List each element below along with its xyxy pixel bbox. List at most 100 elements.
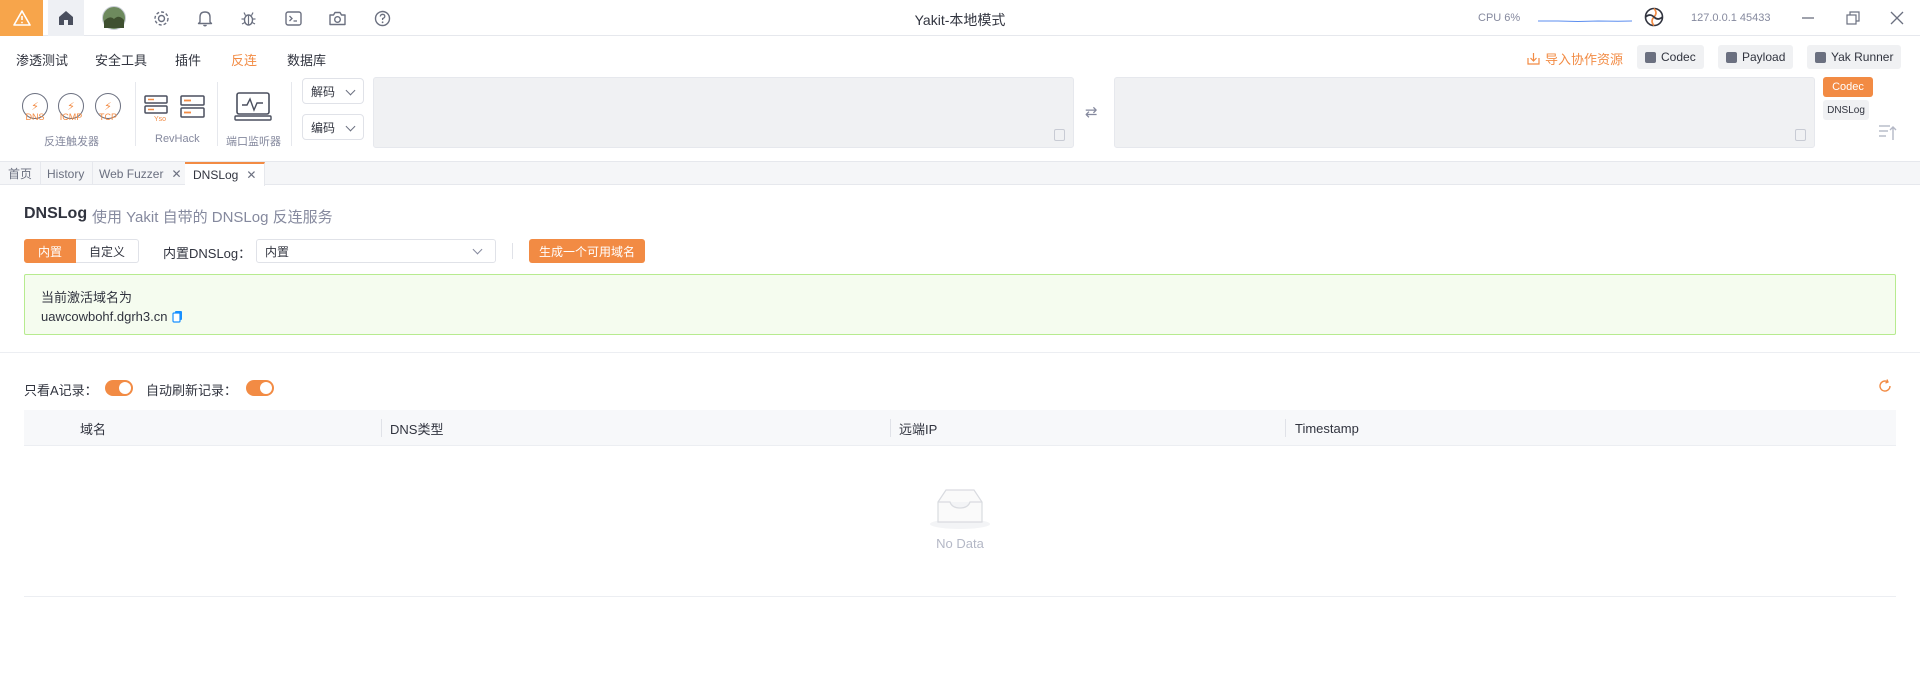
tab-web-fuzzer[interactable]: Web Fuzzer ✕ [91, 162, 191, 185]
port-listener-group-label: 端口监听器 [226, 136, 281, 148]
codec-button[interactable]: Codec [1637, 45, 1704, 69]
column-divider [1285, 419, 1286, 437]
encode-select-value: 编码 [311, 120, 336, 135]
chevron-down-icon [472, 244, 483, 255]
bolt-icon: ⚡ [31, 100, 39, 113]
home-button[interactable] [48, 0, 84, 36]
page-tabs: 首页 History Web Fuzzer ✕ DNSLog ✕ [0, 161, 1920, 186]
yak-logo-icon [1644, 7, 1664, 27]
avatar-icon [102, 6, 126, 30]
warning-button[interactable] [0, 0, 43, 36]
monitor-icon [234, 92, 272, 121]
codec-chip[interactable]: Codec [1823, 77, 1873, 97]
only-a-record-switch[interactable] [105, 380, 133, 396]
minimize-button[interactable] [1795, 6, 1821, 30]
restore-icon [1846, 11, 1860, 25]
collapse-toolbar-button[interactable] [1878, 123, 1898, 144]
refresh-icon [1879, 379, 1891, 392]
tab-label: 首页 [8, 167, 33, 181]
tab-label: Web Fuzzer [99, 166, 164, 181]
codec-button-label: Codec [1661, 50, 1696, 64]
trigger-group-label: 反连触发器 [44, 136, 99, 148]
notifications-button[interactable] [195, 8, 215, 28]
home-icon [59, 11, 73, 25]
port-listener-button[interactable] [234, 92, 274, 125]
minimize-icon [1802, 17, 1814, 19]
menu-reverse-connection[interactable]: 反连 [231, 50, 257, 69]
cpu-usage: CPU 6% [1478, 12, 1521, 24]
engine-status-button[interactable] [1644, 7, 1664, 27]
chevron-down-icon [345, 121, 356, 132]
dns-trigger-label: DNS [25, 112, 45, 122]
server-yso-icon: Yso [144, 95, 168, 123]
generate-domain-button[interactable]: 生成一个可用域名 [529, 239, 646, 263]
debug-button[interactable] [238, 8, 258, 28]
user-avatar[interactable] [102, 6, 126, 30]
swap-icon[interactable]: ⇄ [1085, 103, 1098, 121]
column-header-dns-type[interactable]: DNS类型 [390, 410, 443, 446]
copy-icon[interactable] [1054, 129, 1065, 141]
yak-runner-icon [1815, 51, 1826, 63]
codec-output-area[interactable] [1114, 77, 1815, 148]
column-divider [890, 419, 891, 437]
column-header-remote-ip[interactable]: 远端IP [899, 410, 937, 446]
auto-refresh-label: 自动刷新记录： [146, 383, 238, 398]
yak-runner-button[interactable]: Yak Runner [1807, 45, 1902, 69]
menu-security-tools[interactable]: 安全工具 [95, 50, 147, 69]
column-header-timestamp[interactable]: Timestamp [1295, 410, 1359, 446]
copy-icon[interactable] [1795, 129, 1806, 141]
menu-plugins[interactable]: 插件 [175, 50, 201, 69]
tab-history[interactable]: History [39, 162, 94, 185]
encode-select[interactable]: 编码 [302, 114, 364, 140]
dnslog-table-header: 域名 DNS类型 远端IP Timestamp [24, 410, 1896, 446]
empty-state: No Data [924, 484, 996, 551]
import-resources-link[interactable]: 导入协作资源 [1527, 49, 1623, 68]
close-window-button[interactable] [1884, 6, 1910, 30]
column-header-domain[interactable]: 域名 [80, 410, 106, 446]
table-bottom-border [24, 596, 1896, 597]
yso-server-button[interactable]: Yso [144, 94, 170, 125]
menu-database[interactable]: 数据库 [287, 50, 326, 69]
active-domain-caption: 当前激活域名为 [41, 290, 133, 305]
screenshot-button[interactable] [327, 8, 347, 28]
revhack-server-button[interactable] [180, 94, 206, 123]
yak-runner-button-label: Yak Runner [1831, 50, 1894, 64]
tab-home[interactable]: 首页 [0, 162, 42, 185]
help-icon [374, 10, 390, 26]
chevron-down-icon [345, 85, 356, 96]
payload-button[interactable]: Payload [1718, 45, 1794, 69]
page-subtitle: 使用 Yakit 自带的 DNSLog 反连服务 [92, 209, 333, 226]
toolbar-divider [291, 82, 292, 146]
copy-icon[interactable] [172, 310, 183, 323]
active-domain-alert: 当前激活域名为 uawcowbohf.dgrh3.cn [24, 274, 1896, 335]
menu-pentest[interactable]: 渗透测试 [16, 50, 68, 69]
auto-refresh-switch[interactable] [246, 380, 274, 396]
tcp-trigger-label: TCP [99, 112, 117, 122]
settings-button[interactable] [151, 8, 171, 28]
collapse-up-icon [1879, 125, 1897, 140]
builtin-dnslog-value: 内置 [265, 244, 290, 259]
mode-custom-button[interactable]: 自定义 [76, 239, 140, 263]
tab-label: History [47, 166, 85, 181]
codec-input-area[interactable] [373, 77, 1074, 148]
restore-button[interactable] [1840, 6, 1866, 30]
tab-dnslog[interactable]: DNSLog ✕ [185, 162, 266, 186]
close-icon [1890, 11, 1904, 25]
mode-builtin-button[interactable]: 内置 [24, 239, 77, 263]
close-tab-icon[interactable]: ✕ [246, 168, 256, 182]
help-button[interactable] [372, 8, 392, 28]
gear-icon [153, 10, 169, 26]
close-tab-icon[interactable]: ✕ [171, 167, 181, 181]
divider [512, 243, 513, 259]
tab-label: DNSLog [193, 168, 239, 182]
toolbar-divider [135, 82, 136, 146]
refresh-button[interactable] [1878, 379, 1892, 396]
decode-select[interactable]: 解码 [302, 78, 364, 104]
dnslog-chip[interactable]: DNSLog [1823, 100, 1869, 120]
title-bar: Yakit-本地模式 CPU 6% 127.0.0.1 45433 [0, 0, 1920, 36]
builtin-dnslog-select[interactable]: 内置 [256, 239, 496, 263]
only-a-record-label: 只看A记录： [24, 383, 98, 398]
terminal-button[interactable] [283, 8, 303, 28]
warning-icon [12, 10, 31, 26]
page-title: DNSLog [24, 205, 88, 222]
